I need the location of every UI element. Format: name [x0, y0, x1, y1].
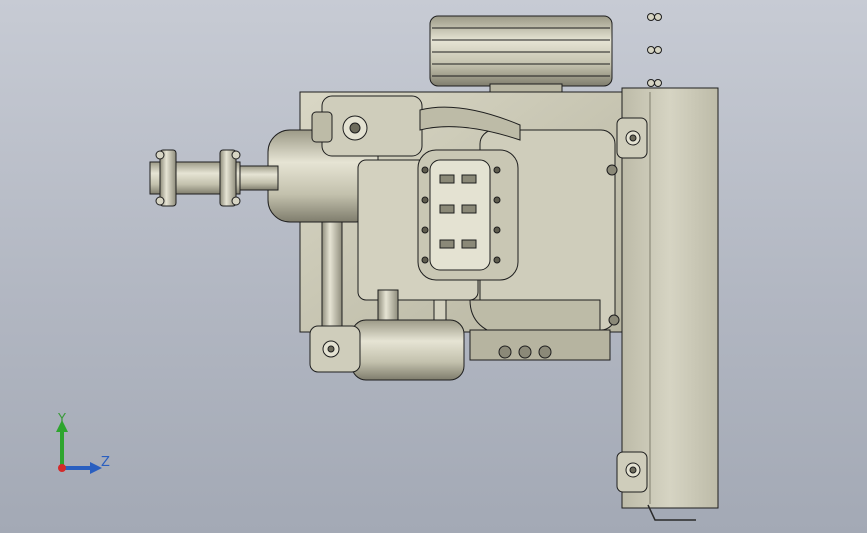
cylinder-head[interactable]: [357, 149, 519, 301]
discharge-valve[interactable]: [309, 319, 465, 381]
origin-marker: [58, 464, 66, 472]
compressor-assembly-model[interactable]: [0, 0, 867, 533]
graphics-viewport[interactable]: Y Z: [0, 0, 867, 533]
z-axis-label: Z: [101, 455, 110, 470]
side-cover-panel[interactable]: [616, 87, 719, 521]
fastener-group: [647, 13, 662, 87]
y-axis-label: Y: [58, 412, 66, 427]
